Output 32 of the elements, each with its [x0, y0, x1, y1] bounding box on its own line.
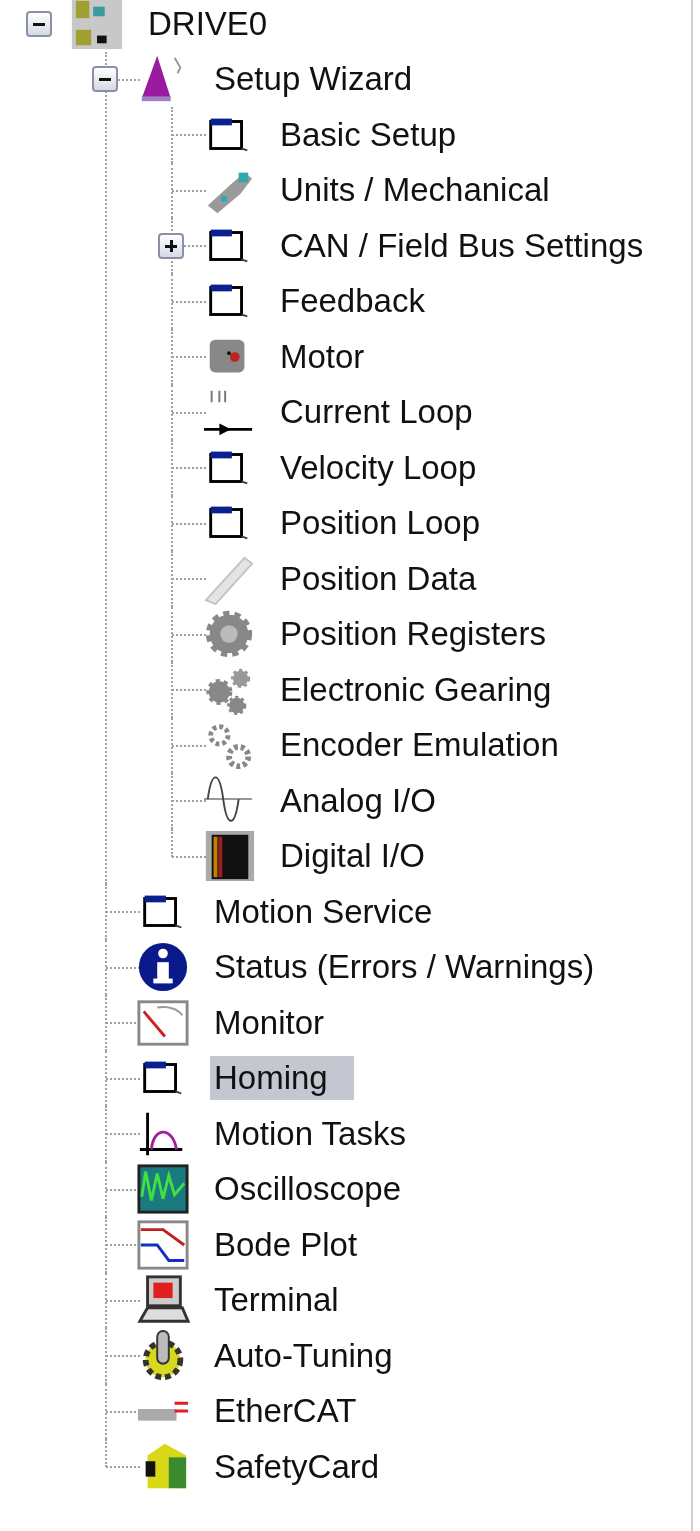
- tree-item[interactable]: Encoder Emulation: [276, 723, 563, 768]
- tree-item[interactable]: Units / Mechanical: [276, 168, 554, 213]
- bode-plot-icon: [136, 1217, 190, 1272]
- tree-item[interactable]: Monitor: [210, 1000, 329, 1045]
- tree-item[interactable]: Digital I/O: [276, 834, 429, 879]
- tree-item[interactable]: Setup Wizard: [210, 57, 417, 102]
- tree-item[interactable]: Status (Errors / Warnings): [210, 945, 599, 990]
- collapse-toggle[interactable]: [26, 10, 52, 37]
- tree-item[interactable]: CAN / Field Bus Settings: [276, 223, 648, 268]
- collapse-toggle[interactable]: [92, 66, 118, 93]
- tree-item[interactable]: Oscilloscope: [210, 1167, 406, 1212]
- tree-item[interactable]: Motion Tasks: [210, 1111, 410, 1156]
- tree-item[interactable]: Feedback: [276, 279, 429, 324]
- tree-item[interactable]: Auto-Tuning: [210, 1333, 397, 1378]
- tree-item[interactable]: Bode Plot: [210, 1222, 362, 1267]
- tree-item[interactable]: Position Registers: [276, 612, 550, 657]
- tree-item[interactable]: Electronic Gearing: [276, 667, 556, 712]
- tree-item[interactable]: Analog I/O: [276, 778, 440, 823]
- tree-item[interactable]: DRIVE0: [144, 1, 272, 46]
- tree-item[interactable]: Basic Setup: [276, 112, 461, 157]
- expand-toggle[interactable]: [158, 232, 184, 259]
- tree-item[interactable]: SafetyCard: [210, 1444, 384, 1489]
- tree-item[interactable]: Motion Service: [210, 889, 437, 934]
- tree-item[interactable]: Position Data: [276, 556, 481, 601]
- tree-item[interactable]: Motor: [276, 334, 369, 379]
- oscilloscope-icon: [136, 1162, 190, 1217]
- tree-item[interactable]: Velocity Loop: [276, 445, 481, 490]
- tree-item[interactable]: Position Loop: [276, 501, 484, 546]
- tree-item[interactable]: EtherCAT: [210, 1389, 361, 1434]
- tree-item[interactable]: Homing: [210, 1056, 354, 1101]
- tree-item[interactable]: Current Loop: [276, 390, 477, 435]
- tree-item[interactable]: Terminal: [210, 1278, 343, 1323]
